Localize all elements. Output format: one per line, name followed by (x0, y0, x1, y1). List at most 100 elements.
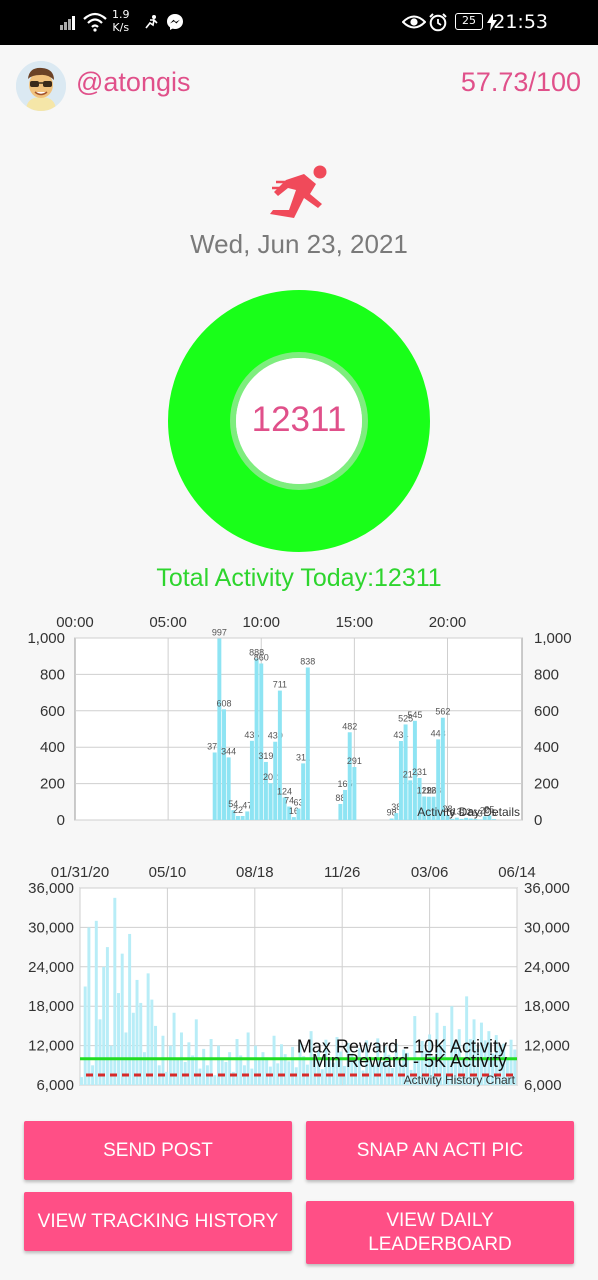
chart-bar (226, 757, 231, 820)
y-tick-label-left: 6,000 (36, 1077, 74, 1094)
history-bar (102, 966, 106, 1085)
avatar[interactable] (16, 61, 66, 111)
x-tick-label: 20:00 (429, 614, 467, 631)
chart-bar (296, 808, 301, 820)
history-bar (80, 1077, 83, 1085)
history-bar (250, 1068, 254, 1085)
snap-pic-button[interactable]: SNAP AN ACTI PIC (306, 1121, 574, 1180)
x-tick-label: 06/14 (498, 864, 536, 881)
data-label: 482 (342, 721, 357, 731)
send-post-button[interactable]: SEND POST (24, 1121, 292, 1180)
data-label: 231 (412, 767, 427, 777)
data-label: 291 (347, 756, 362, 766)
history-bar (209, 1039, 213, 1085)
history-bar (128, 933, 132, 1085)
history-bar (261, 1052, 265, 1085)
activity-day-chart: 00:00 05:00 10:00 15:00 20:00 0 0 200 200 400 400 6… (0, 605, 598, 845)
clock: 21:53 (493, 11, 548, 33)
activity-history-chart: 01/31/20 05/10 08/18 11/26 03/06 06/14 6,000 6,… (0, 855, 598, 1095)
chart-bar (222, 709, 226, 820)
x-tick-label: 01/31/20 (51, 864, 109, 881)
y-tick-label-right: 800 (534, 666, 559, 683)
chart-bar (352, 767, 357, 820)
chart-bar (492, 819, 497, 820)
plot-area (74, 637, 523, 821)
chart-bar (277, 690, 282, 820)
history-bar (105, 947, 109, 1085)
chart-bar (217, 638, 222, 820)
history-bar (235, 1039, 239, 1085)
y-tick-label-right: 600 (534, 703, 559, 720)
current-date: Wed, Jun 23, 2021 (190, 229, 408, 259)
history-bar (117, 993, 120, 1085)
history-bar (220, 1058, 224, 1085)
history-bar (302, 1056, 306, 1085)
history-bar (87, 927, 91, 1085)
y-tick-label-left: 600 (40, 703, 65, 720)
total-activity-label: Total Activity Today:12311 (156, 564, 442, 592)
chart-bar (305, 667, 310, 820)
history-bar (279, 1044, 283, 1085)
chart-bar (259, 663, 264, 820)
data-label: 344 (221, 746, 236, 756)
chart-bar (245, 811, 250, 820)
history-bar (161, 1035, 165, 1085)
y-tick-label-left: 400 (40, 739, 65, 756)
data-label: 319 (258, 751, 273, 761)
username: @atongis (76, 67, 191, 97)
chart-bar (301, 763, 306, 820)
battery-indicator: 25 (455, 13, 483, 30)
chart-bar (343, 789, 348, 820)
y-tick-label-right: 1,000 (534, 630, 572, 647)
chart-bar (254, 658, 259, 820)
chart-bar (338, 803, 343, 820)
y-tick-label-right: 18,000 (524, 998, 570, 1015)
history-bar (198, 1068, 202, 1085)
x-tick-label: 15:00 (336, 614, 374, 631)
chart-bar (268, 783, 273, 820)
chart-bar (240, 815, 245, 820)
chart-bar (408, 780, 413, 820)
chart-bar (249, 740, 254, 820)
data-label: 545 (407, 710, 422, 720)
chart-bar (273, 741, 278, 820)
chart-bar (450, 818, 455, 820)
activity-ring: 12311 (168, 290, 430, 552)
activity-notification-icon (145, 15, 158, 29)
chart-bar (389, 818, 394, 820)
y-tick-label-right: 30,000 (524, 919, 570, 936)
view-leaderboard-button[interactable]: VIEW DAILY LEADERBOARD (306, 1201, 574, 1264)
runner-icon (270, 165, 327, 218)
history-bar (265, 1057, 269, 1085)
data-label: 997 (212, 628, 227, 638)
history-bar (228, 1052, 232, 1085)
y-tick-label-right: 0 (534, 812, 542, 829)
view-tracking-history-button[interactable]: VIEW TRACKING HISTORY (24, 1192, 292, 1251)
x-tick-label: 05:00 (149, 614, 187, 631)
min-reward-label: Min Reward - 5K Activity (312, 1051, 507, 1071)
history-bar (120, 953, 124, 1085)
y-tick-label-left: 18,000 (28, 998, 74, 1015)
chart-bar (394, 813, 399, 820)
messenger-icon (167, 14, 183, 30)
leaderboard-line-1: VIEW DAILY (386, 1209, 494, 1231)
chart-bar (291, 817, 296, 820)
data-label: 838 (300, 656, 315, 666)
activity-day-chart-svg: 00:00 05:00 10:00 15:00 20:00 0 0 200 200 400 400 6… (27, 614, 572, 829)
chart-title: Activity Day Details (417, 805, 520, 819)
history-bar (320, 1069, 324, 1085)
eye-icon (402, 15, 426, 29)
y-tick-label-left: 12,000 (28, 1038, 74, 1055)
y-tick-label-left: 800 (40, 666, 65, 683)
y-tick-label-right: 36,000 (524, 880, 570, 897)
chart-bar (459, 818, 464, 820)
history-bar (150, 999, 154, 1085)
data-label: 860 (254, 652, 269, 662)
y-tick-label-left: 1,000 (27, 630, 65, 647)
history-bar (142, 1052, 146, 1085)
x-tick-label: 10:00 (242, 614, 280, 631)
history-bar (94, 920, 98, 1085)
activity-history-chart-svg: 01/31/20 05/10 08/18 11/26 03/06 06/14 6,000 6,… (28, 864, 570, 1094)
app-header: @atongis 57.73/100 (0, 45, 598, 125)
y-tick-label-left: 0 (57, 812, 65, 829)
